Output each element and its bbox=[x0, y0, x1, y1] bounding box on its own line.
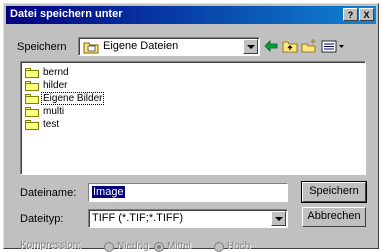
window-title: Datei speichern unter bbox=[10, 8, 123, 20]
help-button[interactable]: ? bbox=[343, 8, 358, 21]
back-arrow-icon[interactable] bbox=[262, 38, 280, 54]
title-bar: Datei speichern unter ? X bbox=[6, 6, 376, 24]
radio-icon bbox=[104, 241, 114, 252]
folder-icon bbox=[25, 93, 39, 104]
filename-label: Dateiname: bbox=[20, 187, 77, 199]
close-button[interactable]: X bbox=[359, 8, 374, 21]
location-dropdown-button[interactable] bbox=[243, 39, 258, 54]
compression-high-radio[interactable]: Hoch bbox=[214, 241, 250, 252]
filetype-dropdown-button[interactable] bbox=[271, 211, 286, 226]
filename-value: Image bbox=[92, 186, 125, 198]
compression-low-radio[interactable]: Niedrig bbox=[104, 241, 149, 252]
folder-icon bbox=[25, 106, 39, 117]
folder-icon bbox=[25, 80, 39, 91]
view-menu-icon[interactable] bbox=[320, 38, 346, 54]
chevron-down-icon bbox=[247, 45, 255, 49]
new-folder-icon[interactable] bbox=[300, 38, 318, 54]
filetype-label: Dateityp: bbox=[20, 213, 64, 225]
filetype-value: TIFF (*.TIF;*.TIFF) bbox=[92, 212, 184, 224]
folder-icon bbox=[25, 67, 39, 78]
location-combo[interactable]: Eigene Dateien bbox=[78, 37, 260, 56]
save-button[interactable]: Speichern bbox=[301, 181, 367, 203]
file-list[interactable]: bernd hilder Eigene Bilder multi test bbox=[20, 61, 366, 175]
filename-input[interactable]: Image bbox=[88, 183, 288, 202]
list-item[interactable]: test bbox=[25, 118, 60, 131]
chevron-down-icon bbox=[275, 217, 283, 221]
filetype-combo[interactable]: TIFF (*.TIF;*.TIFF) bbox=[88, 209, 288, 228]
cancel-button[interactable]: Abbrechen bbox=[302, 207, 366, 227]
save-as-dialog: Datei speichern unter ? X Speichern Eige… bbox=[3, 3, 379, 252]
radio-icon bbox=[154, 241, 164, 252]
up-folder-icon[interactable] bbox=[281, 38, 299, 54]
list-item[interactable]: hilder bbox=[25, 79, 68, 92]
folder-icon bbox=[25, 119, 39, 130]
location-label: Speichern bbox=[17, 41, 67, 53]
list-item[interactable]: bernd bbox=[25, 66, 70, 79]
folder-icon bbox=[83, 40, 99, 57]
radio-icon bbox=[214, 241, 224, 252]
list-item[interactable]: multi bbox=[25, 105, 65, 118]
compression-medium-radio[interactable]: Mittel bbox=[154, 241, 191, 252]
compression-label: Kompression: bbox=[20, 240, 82, 251]
location-value: Eigene Dateien bbox=[103, 40, 179, 52]
list-item[interactable]: Eigene Bilder bbox=[25, 92, 105, 105]
